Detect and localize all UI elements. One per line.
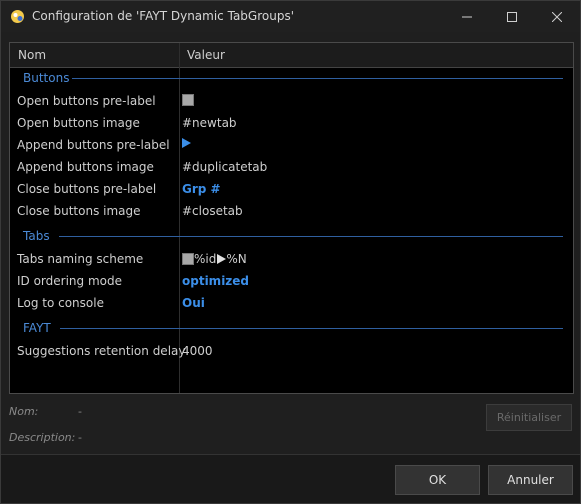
row-open-buttons-pre-label[interactable]: Open buttons pre-label xyxy=(10,90,573,112)
section-divider xyxy=(59,236,563,237)
section-divider xyxy=(72,78,563,79)
property-name: Close buttons pre-label xyxy=(17,182,157,196)
info-description-label: Description: xyxy=(9,431,76,444)
column-header-name[interactable]: Nom xyxy=(18,48,46,62)
minimize-button[interactable] xyxy=(445,1,489,32)
property-value[interactable]: optimized xyxy=(182,274,249,288)
property-value[interactable] xyxy=(182,138,191,148)
config-window: Configuration de 'FAYT Dynamic TabGroups… xyxy=(0,0,581,504)
close-icon xyxy=(552,11,562,22)
window-title: Configuration de 'FAYT Dynamic TabGroups… xyxy=(32,9,294,23)
cancel-button[interactable]: Annuler xyxy=(488,465,573,495)
property-name: Append buttons image xyxy=(17,160,154,174)
section-buttons[interactable]: Buttons xyxy=(10,68,573,88)
close-button[interactable] xyxy=(535,1,579,32)
info-description-value: - xyxy=(78,431,82,444)
property-value[interactable]: %id %N xyxy=(182,252,247,266)
property-name: Tabs naming scheme xyxy=(17,252,144,266)
property-name: Open buttons image xyxy=(17,116,140,130)
minimize-icon xyxy=(462,16,472,17)
property-value[interactable]: #newtab xyxy=(182,116,237,130)
app-icon xyxy=(11,10,24,23)
ok-button[interactable]: OK xyxy=(395,465,480,495)
property-name: Append buttons pre-label xyxy=(17,138,170,152)
row-suggestions-retention-delay[interactable]: Suggestions retention delay 4000 xyxy=(10,340,573,362)
property-name: Suggestions retention delay xyxy=(17,344,186,358)
property-value[interactable]: #closetab xyxy=(182,204,243,218)
section-tabs[interactable]: Tabs xyxy=(10,226,573,246)
column-header-value[interactable]: Valeur xyxy=(187,48,225,62)
section-divider xyxy=(60,328,563,329)
row-log-to-console[interactable]: Log to console Oui xyxy=(10,292,573,314)
property-name: Log to console xyxy=(17,296,104,310)
property-value[interactable]: #duplicatetab xyxy=(182,160,267,174)
row-close-buttons-image[interactable]: Close buttons image #closetab xyxy=(10,200,573,222)
property-name: ID ordering mode xyxy=(17,274,122,288)
section-label: Tabs xyxy=(23,229,50,243)
naming-token-id: %id xyxy=(194,252,217,266)
row-append-buttons-pre-label[interactable]: Append buttons pre-label xyxy=(10,134,573,156)
gray-square-icon xyxy=(182,94,194,106)
play-triangle-icon xyxy=(217,254,227,264)
row-id-ordering-mode[interactable]: ID ordering mode optimized xyxy=(10,270,573,292)
property-value[interactable] xyxy=(182,94,194,106)
gray-square-icon xyxy=(182,253,194,265)
row-append-buttons-image[interactable]: Append buttons image #duplicatetab xyxy=(10,156,573,178)
naming-token-n: %N xyxy=(226,252,247,266)
section-label: Buttons xyxy=(23,71,70,85)
section-label: FAYT xyxy=(23,321,51,335)
property-value[interactable]: Oui xyxy=(182,296,205,310)
maximize-icon xyxy=(507,11,517,22)
row-tabs-naming-scheme[interactable]: Tabs naming scheme %id %N xyxy=(10,248,573,270)
play-triangle-icon xyxy=(182,138,191,148)
property-value[interactable]: 4000 xyxy=(182,344,213,358)
row-open-buttons-image[interactable]: Open buttons image #newtab xyxy=(10,112,573,134)
row-close-buttons-pre-label[interactable]: Close buttons pre-label Grp # xyxy=(10,178,573,200)
section-fayt[interactable]: FAYT xyxy=(10,318,573,338)
property-name: Open buttons pre-label xyxy=(17,94,156,108)
grid-header: Nom Valeur xyxy=(10,43,573,68)
maximize-button[interactable] xyxy=(490,1,534,32)
title-bar: Configuration de 'FAYT Dynamic TabGroups… xyxy=(1,1,580,32)
property-value[interactable]: Grp # xyxy=(182,182,221,196)
reset-button[interactable]: Réinitialiser xyxy=(486,404,572,431)
property-grid: Nom Valeur Buttons Open buttons pre-labe… xyxy=(9,42,574,394)
property-name: Close buttons image xyxy=(17,204,141,218)
info-name-value: - xyxy=(78,405,82,418)
info-name-label: Nom: xyxy=(9,405,39,418)
